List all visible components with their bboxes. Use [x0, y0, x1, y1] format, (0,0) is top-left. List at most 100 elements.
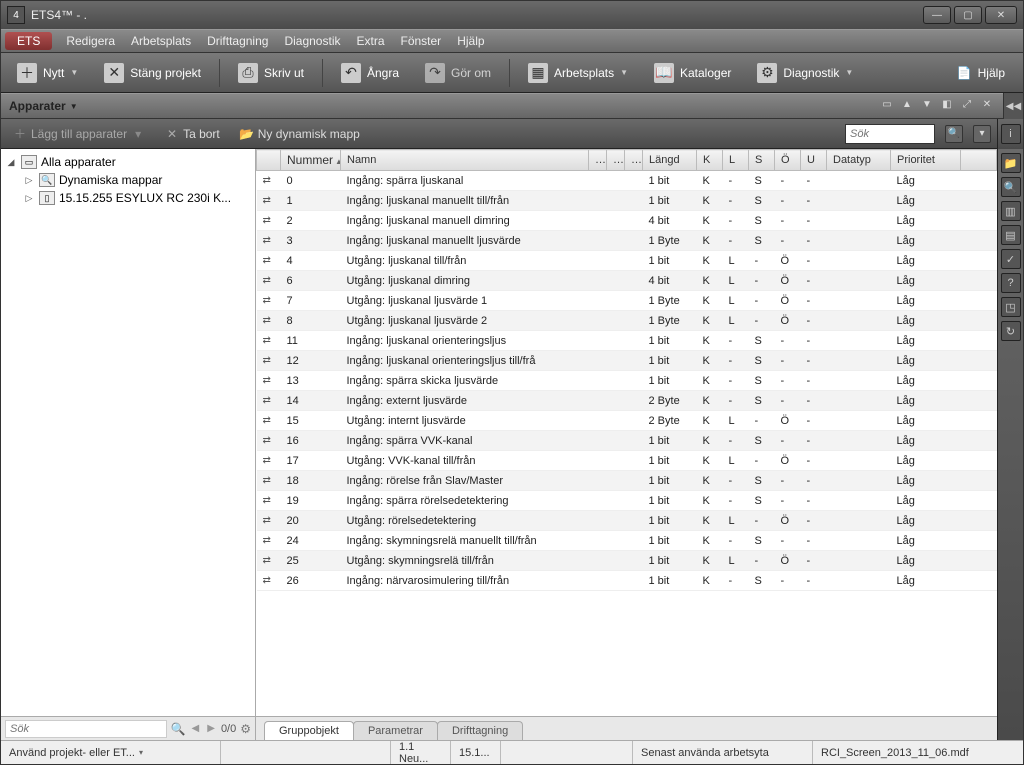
new-button[interactable]: ＋ Nytt ▼ — [7, 59, 88, 87]
col-u[interactable]: U — [801, 150, 827, 171]
col-l[interactable]: L — [723, 150, 749, 171]
menu-fonster[interactable]: Fönster — [393, 31, 450, 51]
menu-redigera[interactable]: Redigera — [58, 31, 123, 51]
panel-tile-icon[interactable]: ▭ — [879, 99, 895, 113]
table-row[interactable]: ⇄6Utgång: ljuskanal dimring4 bitKL-Ö-Låg — [257, 271, 997, 291]
redo-button[interactable]: ↷ Gör om — [415, 59, 501, 87]
filter-icon[interactable]: ▾ — [973, 125, 991, 143]
search-icon[interactable]: 🔍 — [171, 722, 186, 736]
side-clip-icon[interactable]: ◳ — [1001, 297, 1021, 317]
col-icon[interactable] — [257, 150, 281, 171]
next-icon[interactable]: ▶ — [205, 723, 217, 734]
tree-search-input[interactable] — [5, 720, 167, 738]
panel-expand-icon[interactable]: ⤢ — [959, 99, 975, 113]
tab-parametrar[interactable]: Parametrar — [353, 721, 438, 740]
table-row[interactable]: ⇄3Ingång: ljuskanal manuellt ljusvärde1 … — [257, 231, 997, 251]
table-row[interactable]: ⇄24Ingång: skymningsrelä manuellt till/f… — [257, 531, 997, 551]
side-book-icon[interactable]: ▤ — [1001, 225, 1021, 245]
table-row[interactable]: ⇄2Ingång: ljuskanal manuell dimring4 bit… — [257, 211, 997, 231]
search-go-icon[interactable]: 🔍 — [945, 125, 963, 143]
panel-title[interactable]: Apparater — [9, 99, 66, 113]
status-cell-2[interactable]: 15.1... — [451, 741, 501, 764]
table-row[interactable]: ⇄1Ingång: ljuskanal manuellt till/från1 … — [257, 191, 997, 211]
table-row[interactable]: ⇄26Ingång: närvarosimulering till/från1 … — [257, 571, 997, 591]
tab-drifttagning[interactable]: Drifttagning — [437, 721, 523, 740]
table-row[interactable]: ⇄14Ingång: externt ljusvärde2 ByteK-S--L… — [257, 391, 997, 411]
menu-extra[interactable]: Extra — [348, 31, 392, 51]
side-history-icon[interactable]: ↻ — [1001, 321, 1021, 341]
tree-node-device[interactable]: ▷ ▯ 15.15.255 ESYLUX RC 230i K... — [5, 189, 251, 207]
status-cell-1[interactable]: 1.1 Neu... — [391, 741, 451, 764]
add-devices-button[interactable]: ＋ Lägg till apparater ▾ — [7, 124, 151, 144]
menu-diagnostik[interactable]: Diagnostik — [276, 31, 348, 51]
menu-ets[interactable]: ETS — [5, 32, 52, 50]
table-row[interactable]: ⇄20Utgång: rörelsedetektering1 bitKL-Ö-L… — [257, 511, 997, 531]
minimize-button[interactable]: — — [923, 6, 951, 24]
panel-close-icon[interactable]: ✕ — [979, 99, 995, 113]
close-button[interactable]: ✕ — [985, 6, 1017, 24]
col-namn[interactable]: Namn — [341, 150, 589, 171]
tree-node-dynamic-folders[interactable]: ▷ 🔍 Dynamiska mappar — [5, 171, 251, 189]
col-langd[interactable]: Längd — [643, 150, 697, 171]
col-s[interactable]: S — [749, 150, 775, 171]
table-row[interactable]: ⇄15Utgång: internt ljusvärde2 ByteKL-Ö-L… — [257, 411, 997, 431]
table-row[interactable]: ⇄0Ingång: spärra ljuskanal1 bitK-S--Låg — [257, 171, 997, 191]
side-layers-icon[interactable]: ▥ — [1001, 201, 1021, 221]
status-project[interactable]: Använd projekt- eller ET... — [1, 741, 221, 764]
side-search-icon[interactable]: 🔍 — [1001, 177, 1021, 197]
table-row[interactable]: ⇄7Utgång: ljuskanal ljusvärde 11 ByteKL-… — [257, 291, 997, 311]
table-row[interactable]: ⇄4Utgång: ljuskanal till/från1 bitKL-Ö-L… — [257, 251, 997, 271]
side-check-icon[interactable]: ✓ — [1001, 249, 1021, 269]
col-datatyp[interactable]: Datatyp — [827, 150, 891, 171]
panel-search-input[interactable] — [845, 124, 935, 144]
col-o[interactable]: Ö — [775, 150, 801, 171]
col-nummer[interactable]: Nummer▲ — [281, 150, 341, 171]
help-button[interactable]: 📄 Hjälp — [945, 62, 1017, 84]
close-project-button[interactable]: ✕ Stäng projekt — [94, 59, 211, 87]
panel-down-icon[interactable]: ▼ — [919, 99, 935, 113]
col-dots1[interactable]: … — [589, 150, 607, 171]
col-prioritet[interactable]: Prioritet — [891, 150, 961, 171]
table-row[interactable]: ⇄18Ingång: rörelse från Slav/Master1 bit… — [257, 471, 997, 491]
side-help-icon[interactable]: ? — [1001, 273, 1021, 293]
table-row[interactable]: ⇄25Utgång: skymningsrelä till/från1 bitK… — [257, 551, 997, 571]
menu-drifttagning[interactable]: Drifttagning — [199, 31, 276, 51]
tab-gruppobjekt[interactable]: Gruppobjekt — [264, 721, 354, 740]
table-row[interactable]: ⇄8Utgång: ljuskanal ljusvärde 21 ByteKL-… — [257, 311, 997, 331]
expand-icon[interactable]: ▷ — [23, 175, 35, 186]
panel-up-icon[interactable]: ▲ — [899, 99, 915, 113]
table-row[interactable]: ⇄12Ingång: ljuskanal orienteringsljus ti… — [257, 351, 997, 371]
sidebar-collapse-button[interactable]: ◀◀ — [1003, 93, 1023, 119]
table-row[interactable]: ⇄11Ingång: ljuskanal orienteringsljus1 b… — [257, 331, 997, 351]
maximize-button[interactable]: ▢ — [954, 6, 982, 24]
panel-split-icon[interactable]: ◧ — [939, 99, 955, 113]
prev-icon[interactable]: ◀ — [190, 723, 202, 734]
catalogs-button[interactable]: 📖 Kataloger — [644, 59, 741, 87]
settings-icon[interactable]: ⚙ — [240, 722, 251, 736]
undo-button[interactable]: ↶ Ångra — [331, 59, 409, 87]
menu-hjalp[interactable]: Hjälp — [449, 31, 492, 51]
side-folder-icon[interactable]: 📁 — [1001, 153, 1021, 173]
grid-scroll[interactable]: Nummer▲ Namn … … … Längd K L S Ö U Datat… — [256, 149, 997, 716]
status-file[interactable]: RCI_Screen_2013_11_06.mdf — [813, 741, 1023, 764]
diagnostics-button[interactable]: ⚙ Diagnostik ▼ — [747, 59, 863, 87]
expand-icon[interactable]: ▷ — [23, 193, 35, 204]
print-button[interactable]: ⎙ Skriv ut — [228, 59, 314, 87]
table-row[interactable]: ⇄13Ingång: spärra skicka ljusvärde1 bitK… — [257, 371, 997, 391]
status-workspace[interactable]: Senast använda arbetsyta — [633, 741, 813, 764]
col-pad[interactable] — [961, 150, 997, 171]
col-dots2[interactable]: … — [607, 150, 625, 171]
workspace-button[interactable]: ▦ Arbetsplats ▼ — [518, 59, 638, 87]
menu-arbetsplats[interactable]: Arbetsplats — [123, 31, 199, 51]
col-dots3[interactable]: … — [625, 150, 643, 171]
chevron-down-icon[interactable]: ▼ — [70, 102, 78, 111]
collapse-icon[interactable]: ◢ — [5, 157, 17, 168]
col-k[interactable]: K — [697, 150, 723, 171]
table-row[interactable]: ⇄17Utgång: VVK-kanal till/från1 bitKL-Ö-… — [257, 451, 997, 471]
titlebar[interactable]: 4 ETS4™ - . — ▢ ✕ — [1, 1, 1023, 29]
table-row[interactable]: ⇄19Ingång: spärra rörelsedetektering1 bi… — [257, 491, 997, 511]
side-info-icon[interactable]: i — [1001, 124, 1021, 144]
table-row[interactable]: ⇄16Ingång: spärra VVK-kanal1 bitK-S--Låg — [257, 431, 997, 451]
new-dynamic-folder-button[interactable]: 📂 Ny dynamisk mapp — [234, 124, 366, 144]
tree-node-all-devices[interactable]: ◢ ▭ Alla apparater — [5, 153, 251, 171]
